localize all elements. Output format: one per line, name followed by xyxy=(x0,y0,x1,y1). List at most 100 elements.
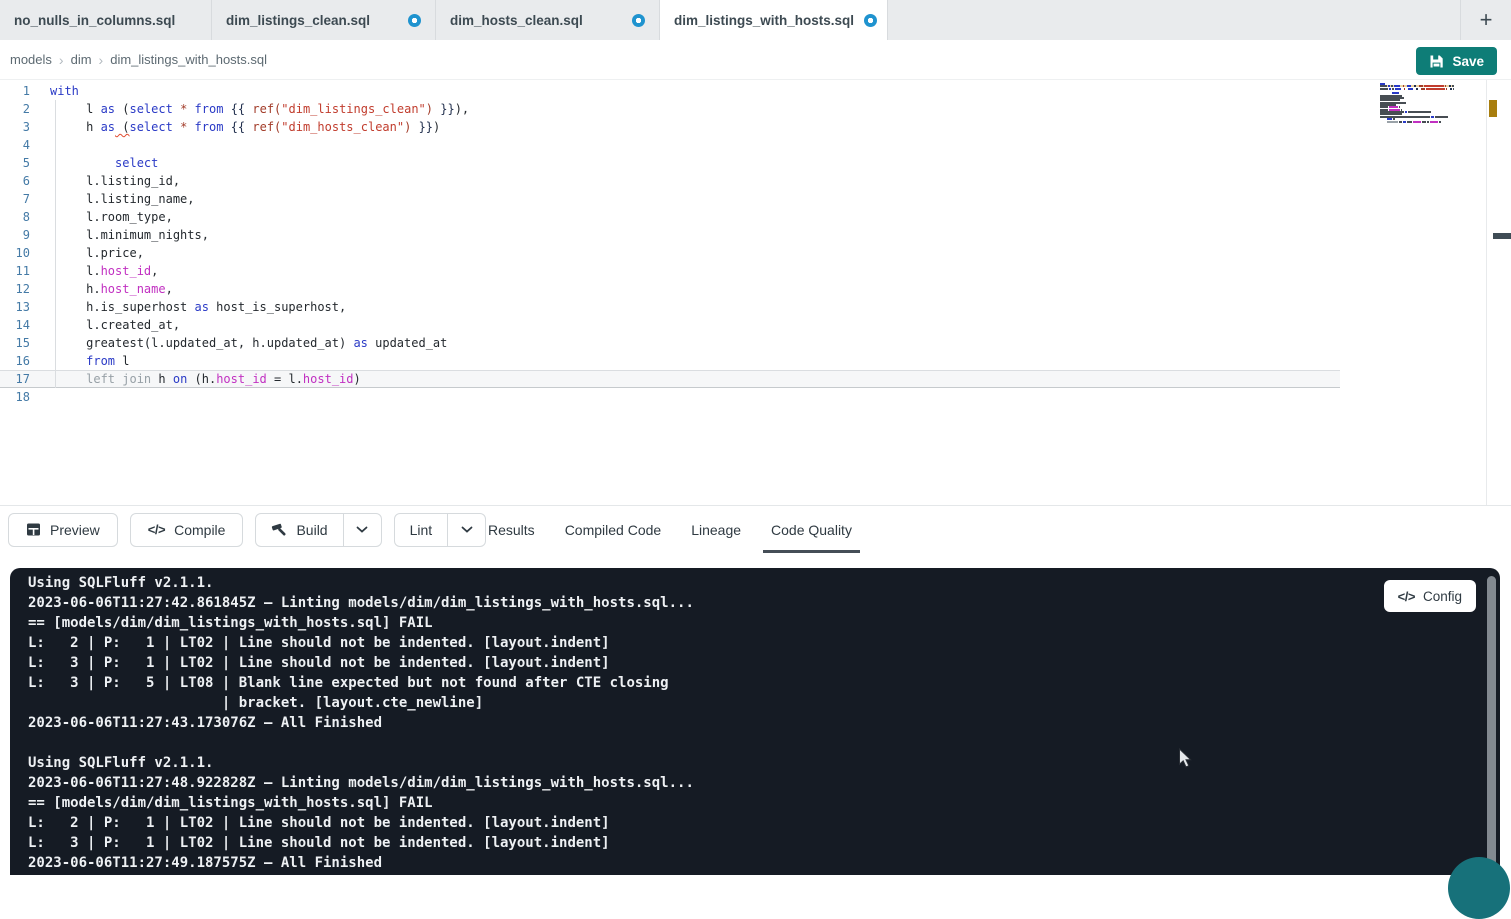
code-line-text: h.host_name, xyxy=(30,280,173,298)
code-line-text: from l xyxy=(30,352,129,370)
tab-dim-hosts-clean[interactable]: dim_hosts_clean.sql xyxy=(436,0,660,40)
code-line-text: greatest(l.updated_at, h.updated_at) as … xyxy=(30,334,447,352)
tab-code-quality-label: Code Quality xyxy=(771,522,852,538)
code-line-12[interactable]: 12 h.host_name, xyxy=(0,280,1511,298)
line-number: 1 xyxy=(0,82,30,100)
lint-button-group: Lint xyxy=(394,513,487,547)
code-line-text: h.is_superhost as host_is_superhost, xyxy=(30,298,346,316)
code-line-14[interactable]: 14 l.created_at, xyxy=(0,316,1511,334)
code-line-16[interactable]: 16 from l xyxy=(0,352,1511,370)
editor-minimap[interactable] xyxy=(1380,83,1454,125)
overview-ruler xyxy=(1486,80,1487,505)
modified-dot-icon xyxy=(864,14,877,27)
breadcrumb-bar: models › dim › dim_listings_with_hosts.s… xyxy=(0,40,1511,80)
build-button-group: Build xyxy=(255,513,381,547)
tab-results-label: Results xyxy=(488,522,535,538)
compile-label: Compile xyxy=(174,522,225,538)
breadcrumb-item-file: dim_listings_with_hosts.sql xyxy=(110,52,267,67)
config-label: Config xyxy=(1423,589,1462,604)
panel-tabs: Results Compiled Code Lineage Code Quali… xyxy=(488,506,852,553)
tab-compiled-code-label: Compiled Code xyxy=(565,522,662,538)
line-number: 2 xyxy=(0,100,30,118)
lint-dropdown-button[interactable] xyxy=(447,514,485,546)
tab-code-quality[interactable]: Code Quality xyxy=(771,506,852,553)
code-line-text: select xyxy=(30,154,158,172)
line-number: 18 xyxy=(0,388,30,406)
tab-label: no_nulls_in_columns.sql xyxy=(14,13,175,28)
modified-dot-icon xyxy=(408,14,421,27)
tab-label: dim_listings_with_hosts.sql xyxy=(674,13,854,28)
help-bubble-button[interactable] xyxy=(1448,857,1510,919)
code-icon: </> xyxy=(148,522,165,537)
line-number: 12 xyxy=(0,280,30,298)
lint-output-terminal[interactable]: Using SQLFluff v2.1.1.2023-06-06T11:27:4… xyxy=(10,568,1500,875)
code-line-15[interactable]: 15 greatest(l.updated_at, h.updated_at) … xyxy=(0,334,1511,352)
line-number: 17 xyxy=(0,370,30,388)
breadcrumb-item-dim: dim xyxy=(71,52,92,67)
line-number: 14 xyxy=(0,316,30,334)
tab-dim-listings-clean[interactable]: dim_listings_clean.sql xyxy=(212,0,436,40)
save-label: Save xyxy=(1452,54,1484,69)
code-line-8[interactable]: 8 l.room_type, xyxy=(0,208,1511,226)
breadcrumb-item-models: models xyxy=(10,52,52,67)
modified-dot-icon xyxy=(632,14,645,27)
code-line-text: l.minimum_nights, xyxy=(30,226,209,244)
code-line-5[interactable]: 5 select xyxy=(0,154,1511,172)
line-number: 4 xyxy=(0,136,30,154)
code-line-text xyxy=(30,388,50,406)
build-button[interactable]: Build xyxy=(256,514,342,546)
code-line-13[interactable]: 13 h.is_superhost as host_is_superhost, xyxy=(0,298,1511,316)
code-line-11[interactable]: 11 l.host_id, xyxy=(0,262,1511,280)
action-toolbar: Preview </> Compile Build Lint xyxy=(0,505,1511,553)
line-number: 8 xyxy=(0,208,30,226)
code-line-6[interactable]: 6 l.listing_id, xyxy=(0,172,1511,190)
chevron-down-icon xyxy=(356,526,368,534)
indent-guide xyxy=(55,100,56,388)
code-line-17[interactable]: 17 left join h on (h.host_id = l.host_id… xyxy=(0,370,1340,388)
lint-button[interactable]: Lint xyxy=(395,514,448,546)
tab-compiled-code[interactable]: Compiled Code xyxy=(565,506,662,553)
tab-no-nulls-in-columns[interactable]: no_nulls_in_columns.sql xyxy=(0,0,212,40)
code-line-18[interactable]: 18 xyxy=(0,388,1511,406)
tab-lineage-label: Lineage xyxy=(691,522,741,538)
preview-button[interactable]: Preview xyxy=(8,513,118,547)
line-number: 13 xyxy=(0,298,30,316)
compile-button[interactable]: </> Compile xyxy=(130,513,244,547)
new-tab-area: + xyxy=(1460,0,1511,40)
save-button[interactable]: Save xyxy=(1416,47,1497,75)
line-number: 9 xyxy=(0,226,30,244)
tab-dim-listings-with-hosts[interactable]: dim_listings_with_hosts.sql xyxy=(660,0,888,40)
code-editor[interactable]: 1with2 l as (select * from {{ ref("dim_l… xyxy=(0,80,1511,505)
tab-results[interactable]: Results xyxy=(488,506,535,553)
tab-lineage[interactable]: Lineage xyxy=(691,506,741,553)
code-line-text: l.room_type, xyxy=(30,208,173,226)
lint-label: Lint xyxy=(410,522,433,538)
preview-label: Preview xyxy=(50,522,100,538)
code-lines: 1with2 l as (select * from {{ ref("dim_l… xyxy=(0,82,1511,406)
code-line-2[interactable]: 2 l as (select * from {{ ref("dim_listin… xyxy=(0,100,1511,118)
new-tab-button[interactable]: + xyxy=(1474,9,1499,31)
code-line-text xyxy=(30,136,50,154)
line-number: 5 xyxy=(0,154,30,172)
code-line-7[interactable]: 7 l.listing_name, xyxy=(0,190,1511,208)
code-line-text: l.price, xyxy=(30,244,144,262)
floppy-icon xyxy=(1429,54,1444,69)
line-number: 15 xyxy=(0,334,30,352)
overview-ruler-warning-marker xyxy=(1489,100,1497,117)
line-number: 6 xyxy=(0,172,30,190)
code-line-1[interactable]: 1with xyxy=(0,82,1511,100)
config-button[interactable]: </> Config xyxy=(1384,580,1476,612)
code-line-4[interactable]: 4 xyxy=(0,136,1511,154)
terminal-scrollbar[interactable] xyxy=(1487,576,1496,870)
tabbar-filler xyxy=(888,0,1460,40)
tab-label: dim_listings_clean.sql xyxy=(226,13,370,28)
code-line-3[interactable]: 3 h as (select * from {{ ref("dim_hosts_… xyxy=(0,118,1511,136)
terminal-output: Using SQLFluff v2.1.1.2023-06-06T11:27:4… xyxy=(28,573,1500,873)
build-dropdown-button[interactable] xyxy=(343,514,381,546)
breadcrumb: models › dim › dim_listings_with_hosts.s… xyxy=(10,52,267,68)
build-label: Build xyxy=(296,522,327,538)
code-line-10[interactable]: 10 l.price, xyxy=(0,244,1511,262)
chevron-down-icon xyxy=(461,526,473,534)
code-line-text: l.created_at, xyxy=(30,316,180,334)
code-line-9[interactable]: 9 l.minimum_nights, xyxy=(0,226,1511,244)
